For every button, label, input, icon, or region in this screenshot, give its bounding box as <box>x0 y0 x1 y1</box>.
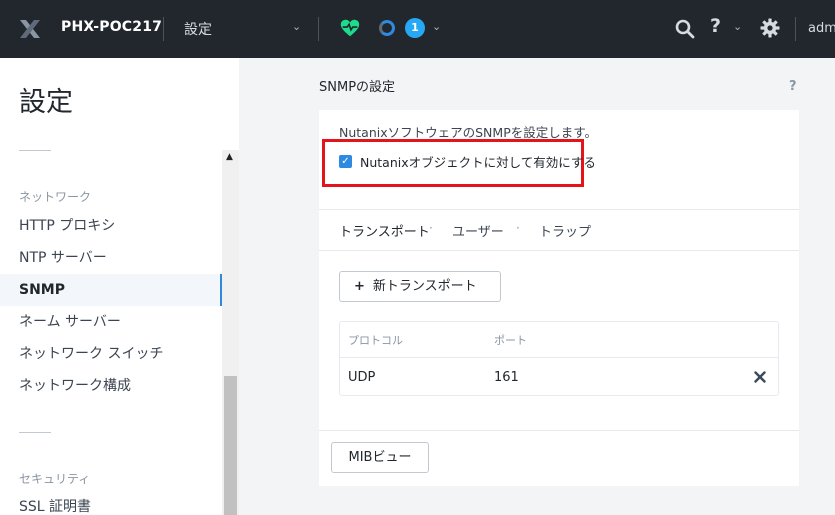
plus-icon: + <box>354 279 365 294</box>
nutanix-logo-icon[interactable] <box>18 17 42 41</box>
mib-view-button[interactable]: MIBビュー <box>331 442 429 473</box>
column-header-protocol: プロトコル <box>348 334 403 347</box>
settings-sidebar: 設定 ネットワーク HTTP プロキシ NTP サーバー SNMP ネーム サー… <box>0 58 239 515</box>
sidebar-item-http-proxy[interactable]: HTTP プロキシ <box>0 210 222 242</box>
tab-traps[interactable]: トラップ <box>539 221 591 240</box>
sidebar-section-network: ネットワーク <box>19 190 92 204</box>
search-icon[interactable] <box>675 19 695 39</box>
page-title: SNMPの設定 <box>319 80 396 95</box>
top-bar: PHX-POC217 設定 ⌄ 1 ⌄ ? ⌄ adm <box>0 0 835 58</box>
enable-snmp-label[interactable]: Nutanixオブジェクトに対して有効にする <box>360 152 596 171</box>
tab-separator: · <box>516 221 520 235</box>
transport-table: プロトコル ポート UDP 161 <box>339 321 779 396</box>
sidebar-section-security: セキュリティ <box>19 472 91 486</box>
checkmark-icon: ✓ <box>341 156 350 167</box>
chevron-down-icon[interactable]: ⌄ <box>292 20 301 33</box>
help-icon[interactable]: ? <box>710 15 721 37</box>
help-icon[interactable]: ? <box>789 79 797 94</box>
tasks-ring-icon[interactable] <box>379 20 395 36</box>
cluster-name[interactable]: PHX-POC217 <box>61 19 162 35</box>
main-menu-label[interactable]: 設定 <box>184 19 212 39</box>
tab-transport[interactable]: トランスポート <box>339 221 430 240</box>
user-menu[interactable]: adm <box>808 21 835 36</box>
scroll-up-arrow-icon[interactable]: ▲ <box>226 152 233 162</box>
sidebar-title: 設定 <box>19 87 73 118</box>
sidebar-scrollbar[interactable]: ▲ <box>222 150 239 515</box>
sidebar-divider <box>19 432 51 433</box>
sidebar-divider <box>19 150 51 151</box>
divider <box>318 17 319 41</box>
sidebar-item-snmp[interactable]: SNMP <box>0 274 222 306</box>
divider <box>163 17 164 41</box>
chevron-down-icon[interactable]: ⌄ <box>733 20 742 33</box>
alert-count-badge[interactable]: 1 <box>405 18 425 38</box>
divider <box>319 250 799 251</box>
cell-port: 161 <box>494 370 519 385</box>
new-transport-button[interactable]: + 新トランスポート <box>339 271 501 302</box>
snmp-panel: NutanixソフトウェアのSNMPを設定します。 ✓ Nutanixオブジェク… <box>319 110 799 486</box>
chevron-down-icon[interactable]: ⌄ <box>432 20 441 33</box>
gear-icon[interactable] <box>760 18 780 38</box>
column-header-port: ポート <box>494 334 527 347</box>
scrollbar-thumb[interactable] <box>224 376 237 515</box>
sidebar-item-ssl-cert[interactable]: SSL 証明書 <box>0 491 222 515</box>
sidebar-item-ntp-servers[interactable]: NTP サーバー <box>0 242 222 274</box>
health-heart-icon[interactable] <box>339 17 361 39</box>
divider <box>319 430 799 431</box>
enable-snmp-checkbox[interactable]: ✓ <box>339 155 352 168</box>
divider <box>319 209 799 210</box>
divider <box>795 17 796 41</box>
cell-protocol: UDP <box>348 370 376 385</box>
tab-users[interactable]: ユーザー <box>452 221 504 240</box>
table-row: UDP 161 <box>340 357 778 396</box>
sidebar-item-network-config[interactable]: ネットワーク構成 <box>0 370 222 402</box>
new-transport-label: 新トランスポート <box>372 279 477 294</box>
delete-x-icon[interactable] <box>754 371 766 383</box>
tab-separator: · <box>429 221 433 235</box>
sidebar-item-name-servers[interactable]: ネーム サーバー <box>0 306 222 338</box>
sidebar-item-network-switch[interactable]: ネットワーク スイッチ <box>0 338 222 370</box>
